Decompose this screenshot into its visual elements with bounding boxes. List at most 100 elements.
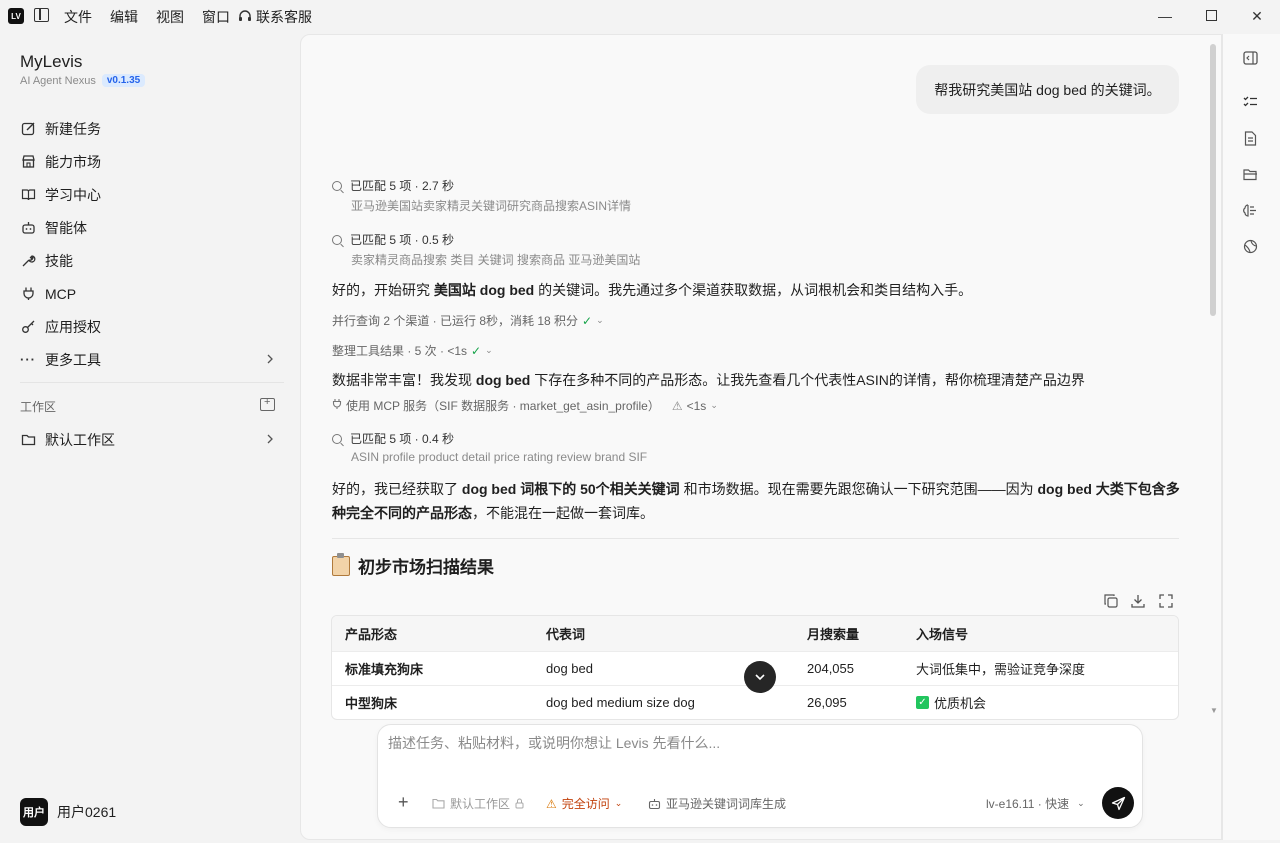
tool-result-row[interactable]: 整理工具结果 · 5 次 · <1s ✓ ⌄ [332,342,493,359]
table-cell-form: 中型狗床 [345,696,398,711]
check-icon: ✓ [582,313,593,328]
support-link[interactable]: 联系客服 [238,7,312,27]
sidebar-item-label: 技能 [45,252,73,269]
scrollbar-thumb[interactable] [1210,44,1216,316]
avatar: 用户 [20,798,48,826]
folder-icon [432,798,445,809]
access-level-selector[interactable]: ⚠ 完全访问 ⌄ [546,795,622,812]
sidebar-item-label: 应用授权 [45,318,101,335]
check-box-icon: ✓ [916,696,929,709]
robot-icon [20,220,36,236]
menu-view[interactable]: 视图 [156,7,184,27]
tool-match-title: 已匹配 5 项 · 0.5 秒 [350,233,455,247]
checklist-icon[interactable] [1242,94,1258,110]
brand-subtitle: AI Agent Nexus [20,74,96,87]
section-heading: 初步市场扫描结果 [332,552,494,578]
tool-match-row[interactable]: 已匹配 5 项 · 2.7 秒 [332,177,454,194]
folder-open-icon[interactable] [1242,166,1258,182]
mcp-service-row[interactable]: 使用 MCP 服务（SIF 数据服务 · market_get_asin_pro… [332,397,718,414]
mcp-service-text: 使用 MCP 服务（SIF 数据服务 · market_get_asin_pro… [346,399,660,413]
sidebar-item-more-tools[interactable]: ··· 更多工具 [12,343,288,376]
title-bar: LV 文件 编辑 视图 窗口 联系客服 — ✕ [0,0,1280,32]
fullscreen-icon[interactable] [1159,594,1175,610]
maximize-button[interactable] [1203,8,1219,24]
text-span: 好的，开始研究 [332,282,434,298]
right-rail [1222,34,1280,840]
copy-icon[interactable] [1104,594,1120,610]
bold-text: 美国站 dog bed [433,282,535,298]
text-span: 好的，我已经获取了 [332,481,462,497]
sidebar-item-market[interactable]: 能力市场 [12,145,288,178]
sidebar-item-authorization[interactable]: 应用授权 [12,310,288,343]
brand-subtitle-row: AI Agent Nexus v0.1.35 [20,74,146,87]
agent-label: 亚马逊关键词词库生成 [666,797,787,811]
sidebar-item-label: 学习中心 [45,186,101,203]
minimize-button[interactable]: — [1157,8,1173,24]
sidebar-item-label: 更多工具 [45,351,101,368]
user-profile[interactable]: 用户 用户0261 [20,798,116,826]
search-icon [332,234,342,245]
workspace-list: 默认工作区 [12,423,288,456]
panel-collapse-icon[interactable] [1242,50,1258,66]
message-input[interactable] [388,735,1128,751]
close-button[interactable]: ✕ [1249,8,1265,25]
run-status-row[interactable]: 并行查询 2 个渠道 · 已运行 8秒，消耗 18 积分 ✓ ⌄ [332,312,604,329]
workspace-label: 默认工作区 [450,797,511,811]
chevron-right-icon [266,433,274,447]
tool-result-text: 整理工具结果 · 5 次 · <1s [332,344,468,358]
workspace-item-default[interactable]: 默认工作区 [12,423,288,456]
agent-selector[interactable]: 亚马逊关键词词库生成 [648,795,786,812]
chevron-right-icon [266,353,274,367]
sidebar-item-agents[interactable]: 智能体 [12,211,288,244]
sidebar-item-new-task[interactable]: 新建任务 [12,112,288,145]
table-cell-form: 标准填充狗床 [345,662,424,677]
add-attachment-button[interactable]: + [398,792,409,813]
sidebar: MyLevis AI Agent Nexus v0.1.35 新建任务 能力市场… [0,32,300,843]
text-span: 和市场数据。现在需要先跟您确认一下研究范围——因为 [679,481,1038,497]
chevron-down-icon: ⌄ [614,798,623,808]
sidebar-item-learning[interactable]: 学习中心 [12,178,288,211]
tool-match-row[interactable]: 已匹配 5 项 · 0.5 秒 [332,231,454,248]
table-cell-signal: ✓ 优质机会 [903,693,1178,712]
composer: + 默认工作区 ⚠ 完全访问 ⌄ 亚马逊关键词词库生成 lv-e16.11 · … [377,724,1143,828]
scroll-to-bottom-button[interactable] [744,661,776,693]
menu-window[interactable]: 窗口 [202,7,230,27]
tool-match-subtitle: 卖家精灵商品搜索 类目 关键词 搜索商品 亚马逊美国站 [351,253,641,267]
model-selector[interactable]: lv-e16.11 · 快速 ⌄ [986,795,1085,812]
text-span: 的关键词。我先通过多个渠道获取数据，从词根机会和类目结构入手。 [534,282,973,298]
sidebar-item-label: 智能体 [45,219,87,236]
key-icon [20,319,36,335]
send-button[interactable] [1102,787,1134,819]
add-workspace-icon[interactable] [260,396,275,411]
sidebar-item-skills[interactable]: 技能 [12,244,288,277]
access-label: 完全访问 [561,797,610,811]
menu-edit[interactable]: 编辑 [110,7,138,27]
brain-icon[interactable] [1242,202,1258,218]
menu-file[interactable]: 文件 [64,7,92,27]
sidebar-toggle-icon[interactable] [34,8,49,22]
download-icon[interactable] [1131,594,1147,610]
chevron-down-icon [754,670,766,684]
workspace-selector[interactable]: 默认工作区 [432,795,524,812]
sidebar-item-label: 新建任务 [45,120,101,137]
assistant-paragraph: 数据非常丰富！我发现 dog bed 下存在多种不同的产品形态。让我先查看几个代… [332,368,1182,392]
tool-match-row[interactable]: 已匹配 5 项 · 0.4 秒 [332,430,454,447]
sidebar-item-mcp[interactable]: MCP [12,277,288,310]
bold-text: dog bed [475,372,531,388]
sidebar-nav: 新建任务 能力市场 学习中心 智能体 技能 MCP 应用授权 ··· 更多工具 [12,112,288,376]
headset-icon [239,10,251,21]
more-icon: ··· [20,352,36,367]
workspace-section-title: 工作区 [20,400,57,414]
table-cell-keyword: dog bed medium size dog [546,695,695,710]
folder-icon [20,432,36,448]
document-icon[interactable] [1242,130,1258,146]
text-span: ，不能混在一起做一套词库。 [472,505,654,521]
send-icon [1111,796,1125,810]
bold-text: dog bed 词根下的 50个相关关键词 [461,481,680,497]
support-label: 联系客服 [256,9,312,25]
globe-icon[interactable] [1242,238,1258,254]
table-cell-volume: 26,095 [807,695,847,710]
model-label: lv-e16.11 · 快速 [986,797,1070,811]
scroll-down-arrow-icon[interactable]: ▼ [1210,706,1218,715]
brand-name: MyLevis [20,52,83,71]
